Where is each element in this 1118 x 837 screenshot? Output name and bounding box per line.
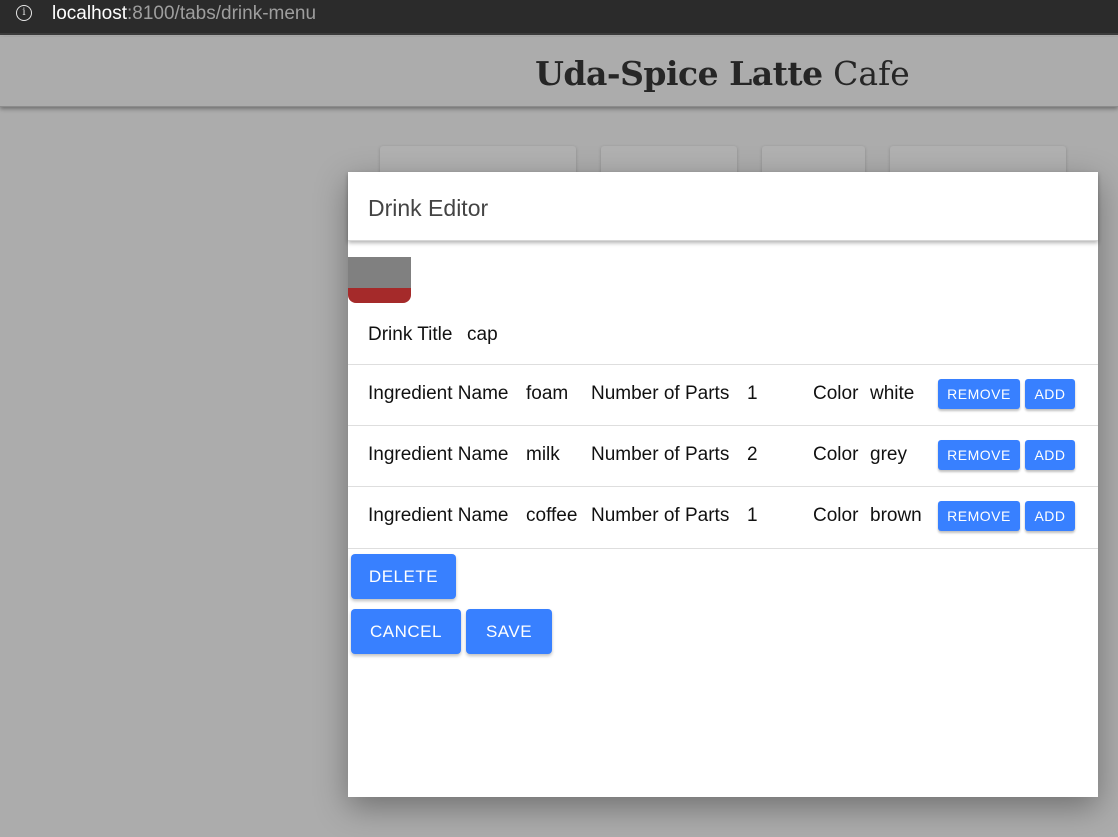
cancel-button[interactable]: CANCEL <box>351 609 461 654</box>
ingredient-name-label: Ingredient Name <box>368 444 509 465</box>
ingredient-color-input[interactable]: white <box>870 383 914 405</box>
browser-address-bar[interactable]: i localhost:8100/tabs/drink-menu <box>0 0 1118 35</box>
ingredient-parts-input[interactable]: 1 <box>747 505 758 527</box>
url-host: localhost <box>52 3 127 24</box>
ingredient-parts-input[interactable]: 1 <box>747 383 758 405</box>
app-title-bold: Uda-Spice Latte <box>535 54 823 93</box>
modal-title: Drink Editor <box>368 195 489 221</box>
drink-layer-grey <box>348 257 411 288</box>
drink-layer-brown <box>348 288 411 303</box>
add-ingredient-button[interactable]: ADD <box>1025 379 1075 409</box>
save-button[interactable]: SAVE <box>466 609 552 654</box>
ingredient-row: Ingredient Name foam Number of Parts 1 C… <box>348 364 1098 425</box>
drink-editor-modal: Drink Editor Drink Title cap Ingredient … <box>348 172 1098 797</box>
drink-title-input[interactable]: cap <box>467 324 498 346</box>
ingredient-name-label: Ingredient Name <box>368 505 509 526</box>
app-title-light: Cafe <box>833 54 910 93</box>
ingredient-color-label: Color <box>813 383 859 404</box>
add-ingredient-button[interactable]: ADD <box>1025 501 1075 531</box>
url-text[interactable]: localhost:8100/tabs/drink-menu <box>52 3 316 25</box>
ingredient-color-input[interactable]: grey <box>870 444 907 466</box>
ingredient-name-input[interactable]: coffee <box>526 505 577 527</box>
app-title: Uda-Spice Latte Cafe <box>0 54 1118 93</box>
ingredient-parts-input[interactable]: 2 <box>747 444 758 466</box>
app-header: Uda-Spice Latte Cafe <box>0 37 1118 107</box>
remove-ingredient-button[interactable]: REMOVE <box>938 379 1020 409</box>
ingredient-parts-label: Number of Parts <box>591 383 730 404</box>
ingredient-color-label: Color <box>813 444 859 465</box>
remove-ingredient-button[interactable]: REMOVE <box>938 440 1020 470</box>
ingredient-color-input[interactable]: brown <box>870 505 922 527</box>
ingredient-color-label: Color <box>813 505 859 526</box>
drink-graphic <box>348 257 411 303</box>
ingredient-parts-label: Number of Parts <box>591 505 730 526</box>
ingredient-row: Ingredient Name milk Number of Parts 2 C… <box>348 425 1098 486</box>
ingredient-name-label: Ingredient Name <box>368 383 509 404</box>
modal-header: Drink Editor <box>348 172 1098 241</box>
drink-title-label: Drink Title <box>368 324 453 345</box>
add-ingredient-button[interactable]: ADD <box>1025 440 1075 470</box>
site-info-icon[interactable]: i <box>16 5 32 21</box>
ingredient-row: Ingredient Name coffee Number of Parts 1… <box>348 486 1098 549</box>
remove-ingredient-button[interactable]: REMOVE <box>938 501 1020 531</box>
url-path: :8100/tabs/drink-menu <box>127 3 317 24</box>
ingredient-parts-label: Number of Parts <box>591 444 730 465</box>
ingredient-name-input[interactable]: foam <box>526 383 568 405</box>
delete-button[interactable]: DELETE <box>351 554 456 599</box>
ingredient-name-input[interactable]: milk <box>526 444 560 466</box>
